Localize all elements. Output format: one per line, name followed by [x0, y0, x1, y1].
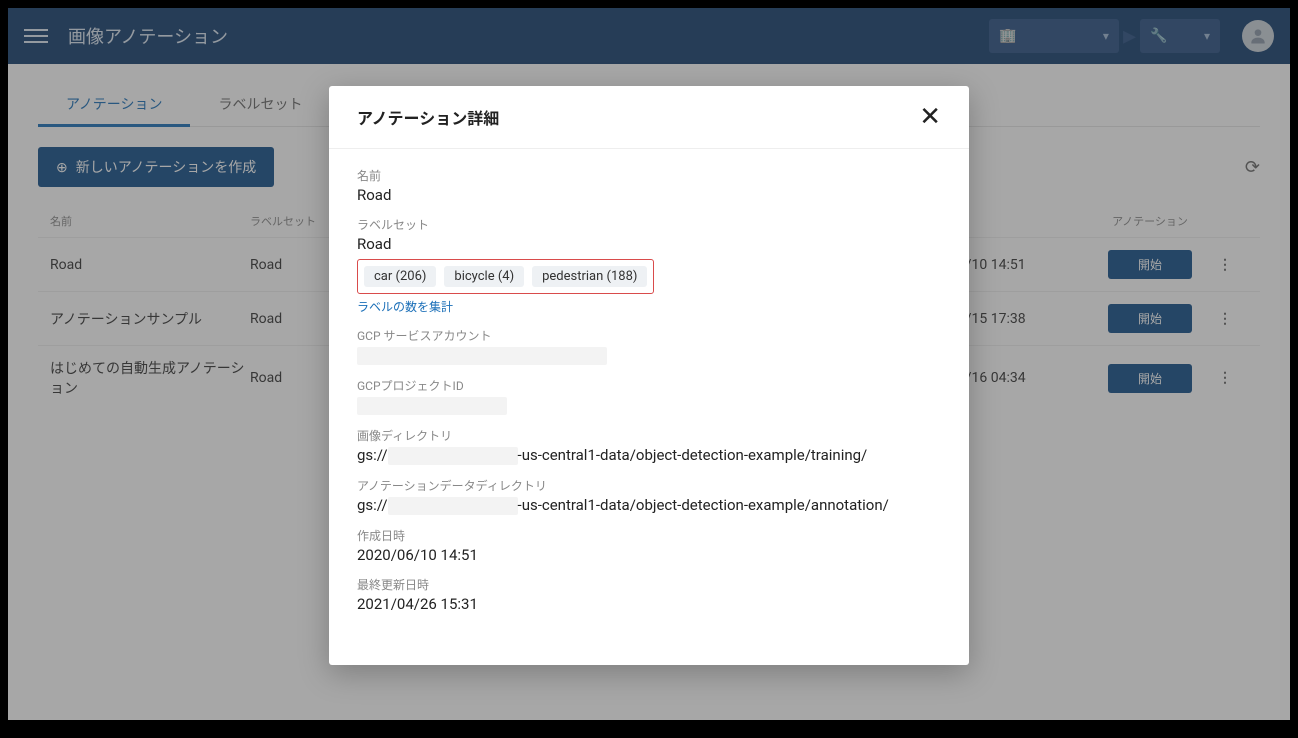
value-labelset: Road [357, 235, 941, 253]
value-created: 2020/06/10 14:51 [357, 546, 941, 564]
value-anno-dir: gs://-us-central1-data/object-detection-… [357, 496, 941, 515]
label-name: 名前 [357, 167, 941, 184]
annotation-detail-dialog: アノテーション詳細 ✕ 名前 Road ラベルセット Road car (206… [329, 86, 969, 665]
dialog-title: アノテーション詳細 [357, 105, 499, 129]
value-gcp-pid [357, 396, 941, 415]
value-updated: 2021/04/26 15:31 [357, 595, 941, 613]
label-created: 作成日時 [357, 527, 941, 544]
label-gcp-pid: GCPプロジェクトID [357, 377, 941, 394]
label-chips: car (206) bicycle (4) pedestrian (188) [357, 259, 654, 294]
value-gcp-sa [357, 346, 941, 365]
label-anno-dir: アノテーションデータディレクトリ [357, 477, 941, 494]
close-icon[interactable]: ✕ [919, 104, 941, 130]
chip-bicycle: bicycle (4) [444, 266, 524, 287]
label-updated: 最終更新日時 [357, 576, 941, 593]
value-img-dir: gs://-us-central1-data/object-detection-… [357, 446, 941, 465]
chip-car: car (206) [364, 266, 436, 287]
chip-pedestrian: pedestrian (188) [532, 266, 647, 287]
label-gcp-sa: GCP サービスアカウント [357, 327, 941, 344]
aggregate-link[interactable]: ラベルの数を集計 [357, 298, 453, 315]
label-labelset: ラベルセット [357, 216, 941, 233]
value-name: Road [357, 186, 941, 204]
label-img-dir: 画像ディレクトリ [357, 427, 941, 444]
modal-overlay[interactable]: アノテーション詳細 ✕ 名前 Road ラベルセット Road car (206… [8, 8, 1290, 720]
